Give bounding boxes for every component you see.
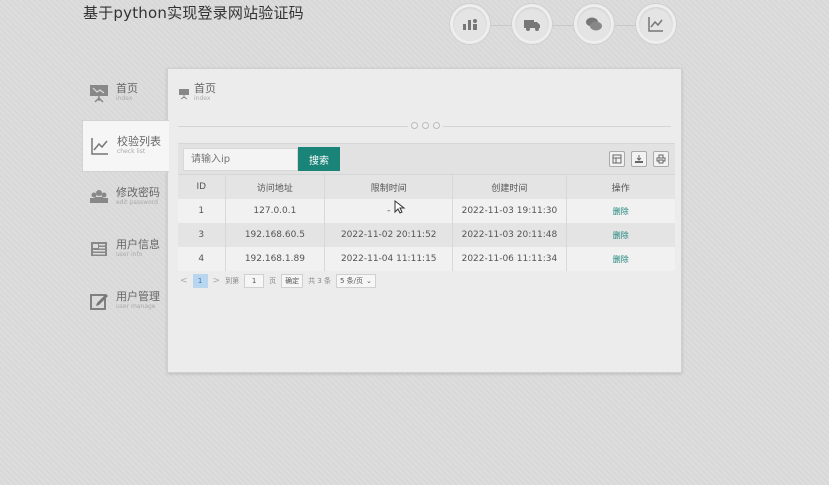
sidebar-item-user-info[interactable]: 用户信息 user info <box>82 224 168 276</box>
presentation-icon <box>178 85 190 100</box>
app-title: 基于python实现登录网站验证码 <box>83 4 304 22</box>
check-list-table: ID 访问地址 限制时间 创建时间 操作 1 127.0.0.1 - 2022-… <box>178 175 675 271</box>
delete-link[interactable]: 删除 <box>566 223 675 247</box>
sidebar-item-index[interactable]: 首页 index <box>82 68 168 120</box>
id-card-icon <box>88 238 110 260</box>
users-icon <box>88 186 110 208</box>
sidebar-item-user-manage[interactable]: 用户管理 user manage <box>82 276 168 328</box>
divider-dots <box>408 122 443 129</box>
goto-confirm-button[interactable]: 确定 <box>281 274 304 288</box>
col-header[interactable]: 限制时间 <box>324 175 454 199</box>
table-tools <box>609 151 669 167</box>
total-count: 共 3 条 <box>308 277 331 285</box>
sidebar-item-sub: index <box>116 95 133 102</box>
next-page-button[interactable]: > <box>213 276 221 286</box>
cell-created-time: 2022-11-03 19:11:30 <box>452 199 567 223</box>
edit-icon <box>88 290 110 312</box>
cell-created-time: 2022-11-06 11:11:34 <box>452 247 567 271</box>
sidebar-item-edit-password[interactable]: 修改密码 edit password <box>82 172 168 224</box>
line-chart-icon <box>89 135 111 157</box>
top-icon-bar <box>450 4 680 46</box>
search-input[interactable] <box>183 148 298 171</box>
delete-link[interactable]: 删除 <box>566 199 675 223</box>
breadcrumb-label: 首页 <box>194 82 216 95</box>
prev-page-button[interactable]: < <box>180 276 188 286</box>
sidebar-item-label: 修改密码 <box>116 186 160 199</box>
page-unit-label: 页 <box>269 277 277 285</box>
cell-created-time: 2022-11-03 20:11:48 <box>452 223 567 247</box>
pagination: < 1 > 到第 1 页 确定 共 3 条 5 条/页 ⌄ <box>180 274 376 288</box>
table-row[interactable]: 3 192.168.60.5 2022-11-02 20:11:52 2022-… <box>178 223 675 247</box>
search-button[interactable]: 搜索 <box>298 147 340 171</box>
breadcrumb-sub: index <box>194 95 211 102</box>
cell-limit-time: 2022-11-02 20:11:52 <box>324 223 454 247</box>
sidebar-item-label: 校验列表 <box>117 135 161 148</box>
table-row[interactable]: 1 127.0.0.1 - 2022-11-03 19:11:30 删除 <box>178 199 675 223</box>
cell-id: 4 <box>178 247 226 271</box>
chat-icon[interactable] <box>574 4 614 44</box>
cell-id: 3 <box>178 223 226 247</box>
col-header[interactable]: 访问地址 <box>225 175 326 199</box>
sidebar-item-sub: edit password <box>116 199 158 206</box>
dot <box>411 122 418 129</box>
chevron-down-icon: ⌄ <box>366 277 372 285</box>
cell-limit-time: 2022-11-04 11:11:15 <box>324 247 454 271</box>
sidebar: 首页 index 校验列表 check list 修改密码 edit passw… <box>82 68 169 328</box>
sidebar-item-label: 用户管理 <box>116 290 160 303</box>
presentation-icon <box>88 82 110 104</box>
page-number-current[interactable]: 1 <box>192 274 208 288</box>
breadcrumb: 首页 index <box>178 83 216 103</box>
sidebar-item-check-list[interactable]: 校验列表 check list <box>82 120 169 172</box>
col-header[interactable]: 创建时间 <box>452 175 567 199</box>
mouse-cursor-icon <box>394 200 406 214</box>
sidebar-item-sub: user manage <box>116 303 156 310</box>
sidebar-item-sub: user info <box>116 251 143 258</box>
search-toolbar: 搜索 <box>178 143 675 175</box>
export-icon[interactable] <box>631 151 647 167</box>
page-size-select[interactable]: 5 条/页 ⌄ <box>336 274 376 288</box>
dot <box>433 122 440 129</box>
users-stats-icon[interactable] <box>450 4 490 44</box>
dot <box>422 122 429 129</box>
cell-ip: 192.168.60.5 <box>225 223 326 247</box>
table-header-row: ID 访问地址 限制时间 创建时间 操作 <box>178 175 675 199</box>
cell-ip: 192.168.1.89 <box>225 247 326 271</box>
sidebar-item-sub: check list <box>117 148 146 155</box>
truck-icon[interactable] <box>512 4 552 44</box>
line-chart-icon[interactable] <box>636 4 676 44</box>
cell-ip: 127.0.0.1 <box>225 199 326 223</box>
delete-link[interactable]: 删除 <box>566 247 675 271</box>
sidebar-item-label: 首页 <box>116 82 138 95</box>
page-size-value: 5 条/页 <box>340 277 364 285</box>
print-icon[interactable] <box>653 151 669 167</box>
sidebar-item-label: 用户信息 <box>116 238 160 251</box>
col-header[interactable]: 操作 <box>566 175 675 199</box>
goto-label: 到第 <box>225 277 240 285</box>
table-row[interactable]: 4 192.168.1.89 2022-11-04 11:11:15 2022-… <box>178 247 675 271</box>
col-header[interactable]: ID <box>178 175 226 199</box>
main-panel: 首页 index 搜索 ID 访问 <box>167 68 682 373</box>
goto-page-input[interactable]: 1 <box>244 274 265 288</box>
cell-limit-time: - <box>324 199 454 223</box>
columns-icon[interactable] <box>609 151 625 167</box>
cell-id: 1 <box>178 199 226 223</box>
